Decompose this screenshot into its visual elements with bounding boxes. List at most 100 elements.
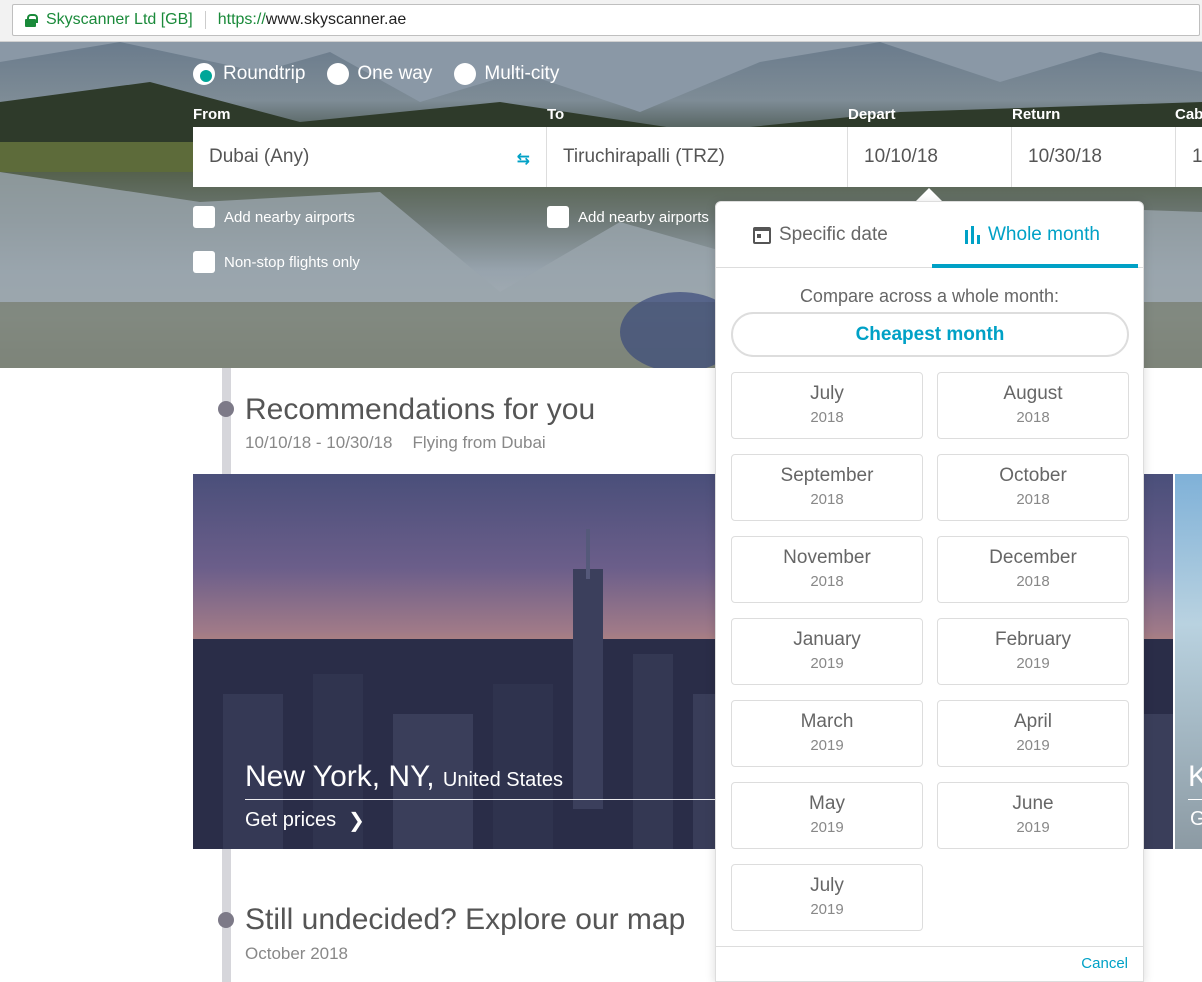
tab-specific-date[interactable]: Specific date bbox=[753, 202, 888, 268]
month-option[interactable]: November 2018 bbox=[731, 536, 923, 603]
swap-icon[interactable]: ⇆ bbox=[517, 149, 530, 169]
recommendations-dates: 10/10/18 - 10/30/18 bbox=[245, 433, 393, 452]
timeline-dot bbox=[218, 401, 234, 417]
month-option[interactable]: February 2019 bbox=[937, 618, 1129, 685]
checkbox[interactable] bbox=[193, 206, 215, 228]
nonstop-label: Non-stop flights only bbox=[224, 253, 360, 271]
flight-search-bar: Dubai (Any) ⇆ Tiruchirapalli (TRZ) 10/10… bbox=[193, 127, 1202, 187]
trip-multi-city[interactable]: Multi-city bbox=[454, 63, 559, 85]
from-field[interactable]: Dubai (Any) ⇆ bbox=[193, 127, 547, 187]
month-option[interactable]: October 2018 bbox=[937, 454, 1129, 521]
chevron-right-icon: ❯ bbox=[348, 810, 365, 832]
month-option[interactable]: March 2019 bbox=[731, 700, 923, 767]
nearby-from-option[interactable]: Add nearby airports bbox=[193, 206, 355, 228]
from-value: Dubai (Any) bbox=[209, 146, 310, 167]
month-option[interactable]: April 2019 bbox=[937, 700, 1129, 767]
bar-chart-icon bbox=[965, 226, 980, 244]
month-name: May bbox=[809, 793, 845, 814]
nearby-to-option[interactable]: Add nearby airports bbox=[547, 206, 709, 228]
site-identity[interactable]: Skyscanner Ltd [GB] bbox=[46, 11, 193, 29]
url-scheme: https:// bbox=[217, 11, 266, 28]
address-separator bbox=[204, 11, 206, 29]
browser-address-bar: Skyscanner Ltd [GB] https://www.skyscann… bbox=[0, 0, 1202, 42]
destination-city: New York, NY, United States bbox=[245, 760, 563, 794]
month-option[interactable]: January 2019 bbox=[731, 618, 923, 685]
return-label: Return bbox=[1012, 106, 1061, 123]
next-card-city: K bbox=[1188, 760, 1202, 793]
depart-field[interactable]: 10/10/18 bbox=[848, 127, 1012, 187]
month-name: December bbox=[989, 547, 1077, 568]
return-value: 10/30/18 bbox=[1028, 146, 1102, 167]
trip-type-selector: Roundtrip One way Multi-city bbox=[193, 63, 559, 85]
month-option[interactable]: June 2019 bbox=[937, 782, 1129, 849]
get-prices-label: Get prices bbox=[245, 809, 337, 831]
month-option[interactable]: August 2018 bbox=[937, 372, 1129, 439]
date-picker-popup: Specific date Whole month Compare across… bbox=[715, 201, 1144, 982]
cabin-field[interactable]: 1 bbox=[1176, 127, 1202, 187]
from-label: From bbox=[193, 106, 231, 123]
month-year: 2018 bbox=[810, 409, 844, 426]
month-year: 2018 bbox=[1016, 409, 1050, 426]
month-year: 2019 bbox=[810, 655, 844, 672]
country-label: United States bbox=[442, 769, 563, 791]
month-year: 2019 bbox=[810, 901, 844, 918]
cancel-button[interactable]: Cancel bbox=[1081, 955, 1128, 972]
cabin-value: 1 bbox=[1192, 146, 1202, 167]
popup-footer-divider bbox=[716, 946, 1143, 947]
month-name: November bbox=[783, 547, 871, 568]
month-name: March bbox=[800, 711, 854, 732]
depart-label: Depart bbox=[848, 106, 896, 123]
month-year: 2018 bbox=[810, 573, 844, 590]
url-field[interactable]: Skyscanner Ltd [GB] https://www.skyscann… bbox=[12, 4, 1200, 36]
card-divider bbox=[1188, 799, 1202, 800]
tab-whole-month[interactable]: Whole month bbox=[965, 202, 1100, 268]
recommendations-subtitle: 10/10/18 - 10/30/18 Flying from Dubai bbox=[245, 433, 546, 453]
month-name: August bbox=[1003, 383, 1063, 404]
month-year: 2019 bbox=[1016, 655, 1050, 672]
to-value: Tiruchirapalli (TRZ) bbox=[563, 146, 725, 167]
month-option[interactable]: July 2019 bbox=[731, 864, 923, 931]
return-field[interactable]: 10/30/18 bbox=[1012, 127, 1176, 187]
month-option[interactable]: December 2018 bbox=[937, 536, 1129, 603]
get-prices-link[interactable]: Get prices ❯ bbox=[245, 808, 365, 833]
radio-icon[interactable] bbox=[454, 63, 477, 85]
trip-multi-city-label: Multi-city bbox=[484, 63, 560, 84]
month-year: 2018 bbox=[810, 491, 844, 508]
month-name: October bbox=[999, 465, 1067, 486]
month-name: September bbox=[780, 465, 874, 486]
card-divider bbox=[245, 799, 715, 800]
month-year: 2018 bbox=[1016, 491, 1050, 508]
month-year: 2019 bbox=[1016, 737, 1050, 754]
month-name: July bbox=[810, 383, 844, 404]
month-year: 2019 bbox=[810, 819, 844, 836]
checkbox[interactable] bbox=[193, 251, 215, 273]
month-name: February bbox=[994, 629, 1072, 650]
city-label: New York, NY, bbox=[245, 760, 435, 793]
url-host: www.skyscanner.ae bbox=[265, 11, 407, 28]
map-section-subtitle: October 2018 bbox=[245, 944, 349, 963]
compare-text: Compare across a whole month: bbox=[799, 286, 1060, 306]
depart-value: 10/10/18 bbox=[864, 146, 938, 167]
trip-one-way[interactable]: One way bbox=[327, 63, 432, 85]
timeline-dot bbox=[218, 912, 234, 928]
nearby-from-label: Add nearby airports bbox=[224, 208, 355, 226]
tab-whole-month-label: Whole month bbox=[988, 224, 1100, 245]
active-tab-indicator bbox=[932, 264, 1138, 268]
checkbox[interactable] bbox=[547, 206, 569, 228]
month-name: July bbox=[810, 875, 844, 896]
recommendations-origin: Flying from Dubai bbox=[412, 433, 546, 452]
cheapest-month-button[interactable]: Cheapest month bbox=[731, 312, 1129, 357]
nearby-to-label: Add nearby airports bbox=[578, 208, 709, 226]
month-option[interactable]: May 2019 bbox=[731, 782, 923, 849]
month-option[interactable]: July 2018 bbox=[731, 372, 923, 439]
radio-selected-icon[interactable] bbox=[193, 63, 215, 85]
month-option[interactable]: September 2018 bbox=[731, 454, 923, 521]
nonstop-option[interactable]: Non-stop flights only bbox=[193, 251, 360, 273]
month-year: 2018 bbox=[1016, 573, 1050, 590]
next-card-cta: G bbox=[1190, 808, 1202, 830]
radio-icon[interactable] bbox=[327, 63, 350, 85]
month-year: 2019 bbox=[1016, 819, 1050, 836]
trip-roundtrip[interactable]: Roundtrip bbox=[193, 63, 305, 85]
to-field[interactable]: Tiruchirapalli (TRZ) bbox=[547, 127, 848, 187]
search-field-labels: From To Depart Return Cab bbox=[0, 106, 1202, 124]
